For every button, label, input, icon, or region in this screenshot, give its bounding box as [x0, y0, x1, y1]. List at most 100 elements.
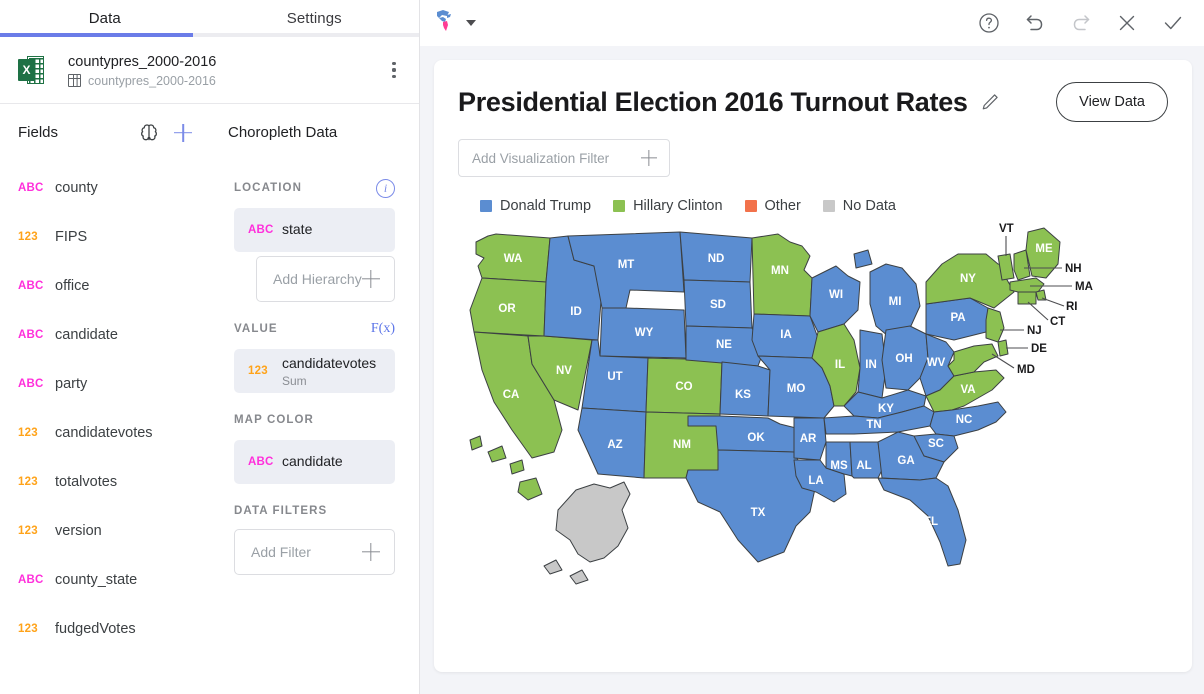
field-row[interactable]: ABC party [0, 359, 210, 408]
state-label-IL: IL [835, 359, 845, 371]
fields-list: ABC county 123 FIPS ABC office ABC candi… [0, 161, 210, 694]
add-field-icon[interactable] [172, 122, 194, 144]
legend-item-other[interactable]: Other [744, 198, 801, 214]
field-row[interactable]: ABC office [0, 261, 210, 310]
state-label-CO: CO [675, 381, 692, 393]
state-CT [1017, 291, 1037, 305]
dataset-row[interactable]: X countypres_2000-2016 countypres_2000-2… [0, 37, 419, 104]
tab-settings-label: Settings [286, 10, 342, 27]
redo-button[interactable] [1068, 10, 1094, 36]
app-root: Data Settings X countypres_2000-2016 cou… [0, 0, 1204, 694]
view-data-button[interactable]: View Data [1056, 82, 1168, 122]
state-label-GA: GA [897, 455, 914, 467]
outside-label-DE: DE [1031, 343, 1047, 355]
state-label-ME: ME [1035, 243, 1053, 255]
location-field-chip[interactable]: ABC state [234, 208, 395, 252]
field-row[interactable]: ABC county_state [0, 555, 210, 604]
field-type-badge: 123 [18, 475, 38, 488]
undo-button[interactable] [1022, 10, 1048, 36]
outside-label-MD: MD [1017, 364, 1035, 376]
field-type-badge: ABC [18, 279, 44, 292]
chip-aggregation: Sum [282, 373, 307, 388]
state-NJ [985, 307, 1005, 343]
legend-label: No Data [842, 198, 896, 214]
state-label-UT: UT [607, 371, 622, 383]
excel-icon: X [18, 56, 44, 84]
left-panel: Data Settings X countypres_2000-2016 cou… [0, 0, 420, 694]
location-label: LOCATION [234, 182, 302, 194]
state-label-WV: WV [927, 357, 946, 369]
field-row[interactable]: ABC candidate [0, 310, 210, 359]
state-label-MN: MN [771, 265, 789, 277]
leader-MD [991, 353, 1015, 369]
state-label-MT: MT [618, 259, 635, 271]
viz-type-selector[interactable] [434, 8, 476, 38]
choropleth-data-pane: Choropleth Data LOCATION i ABC state Add… [210, 104, 419, 694]
state-label-LA: LA [808, 475, 823, 487]
choropleth-map[interactable]: WA OR CA NV ID MT WY UT CO AZ NM ND SD N… [458, 220, 1168, 620]
formula-button[interactable]: F(x) [371, 321, 395, 337]
legend-label: Other [764, 198, 801, 214]
add-hierarchy-button[interactable]: Add Hierarchy [256, 256, 395, 302]
checkmark-icon [1164, 16, 1182, 30]
americas-map-icon [437, 10, 451, 31]
legend-label: Donald Trump [500, 198, 592, 214]
chip-title: candidate [282, 453, 343, 469]
tab-settings[interactable]: Settings [210, 0, 420, 37]
field-row[interactable]: 123 candidatevotes [0, 408, 210, 457]
legend-item-trump[interactable]: Donald Trump [480, 198, 591, 214]
state-label-AZ: AZ [607, 439, 622, 451]
field-label: candidatevotes [55, 424, 153, 441]
field-row[interactable]: ABC county [0, 163, 210, 212]
field-row[interactable]: 123 FIPS [0, 212, 210, 261]
info-icon[interactable]: i [376, 178, 395, 198]
tab-data[interactable]: Data [0, 0, 210, 37]
state-label-OR: OR [498, 303, 516, 315]
state-MA [1009, 277, 1045, 293]
undo-arrow-icon [1026, 15, 1043, 31]
kebab-menu-icon[interactable] [383, 61, 405, 79]
question-circle-icon [979, 13, 999, 33]
leader-RI [1041, 297, 1065, 307]
field-label: county_state [55, 571, 138, 588]
state-label-WI: WI [829, 289, 843, 301]
state-label-MS: MS [830, 460, 848, 472]
state-label-CA: CA [503, 389, 520, 401]
state-label-IN: IN [865, 359, 877, 371]
brain-icon[interactable] [138, 122, 160, 144]
right-panel: Presidential Election 2016 Turnout Rates… [420, 0, 1204, 694]
state-label-VA: VA [960, 384, 975, 396]
legend-item-clinton[interactable]: Hillary Clinton [613, 198, 723, 214]
field-row[interactable]: 123 version [0, 506, 210, 555]
field-type-badge: 123 [18, 524, 38, 537]
confirm-button[interactable] [1160, 10, 1186, 36]
toolbar-actions [976, 10, 1186, 36]
map-color-field-chip[interactable]: ABC candidate [234, 440, 395, 484]
dataset-table-name: countypres_2000-2016 [88, 73, 216, 88]
state-label-NE: NE [716, 339, 732, 351]
plus-icon [641, 150, 657, 166]
state-FL [877, 477, 967, 567]
leader-CT [1027, 301, 1049, 321]
field-label: party [55, 375, 88, 392]
legend-item-nodata[interactable]: No Data [822, 198, 896, 214]
help-button[interactable] [976, 10, 1002, 36]
outside-label-NJ: NJ [1027, 325, 1042, 337]
state-label-PA: PA [950, 312, 965, 324]
close-button[interactable] [1114, 10, 1140, 36]
value-label: VALUE [234, 323, 278, 335]
state-label-NM: NM [673, 439, 691, 451]
field-row[interactable]: 123 fudgedVotes [0, 604, 210, 653]
add-filter-button[interactable]: Add Filter [234, 529, 395, 575]
value-field-chip[interactable]: 123 candidatevotes Sum [234, 349, 395, 393]
location-section-header: LOCATION i [234, 174, 395, 202]
chip-text: candidatevotes Sum [282, 355, 376, 388]
field-type-badge: ABC [18, 328, 44, 341]
field-type-badge: 123 [18, 230, 38, 243]
pencil-icon[interactable] [980, 92, 1000, 112]
state-label-NV: NV [556, 365, 572, 377]
field-row[interactable]: 123 totalvotes [0, 457, 210, 506]
outside-label-VT: VT [999, 223, 1014, 235]
add-visualization-filter[interactable]: Add Visualization Filter [458, 139, 670, 177]
state-label-WA: WA [504, 253, 523, 265]
